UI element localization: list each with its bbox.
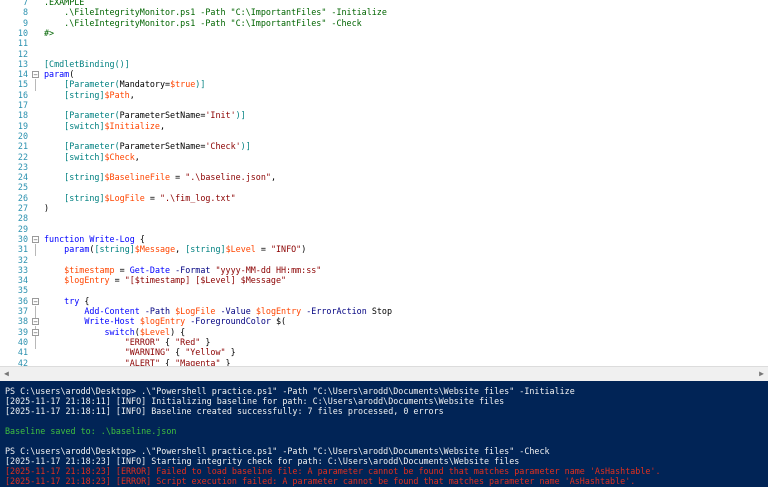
line-number: 11 bbox=[17, 38, 28, 49]
code-line[interactable]: param( bbox=[44, 69, 74, 79]
console-line: [2025-11-17 21:18:11] [INFO] Baseline cr… bbox=[5, 406, 444, 416]
line-number: 29 bbox=[17, 223, 28, 234]
line-number: 36 bbox=[17, 295, 28, 306]
code-line[interactable]: [CmdletBinding()] bbox=[44, 59, 130, 69]
fold-guide bbox=[35, 336, 36, 349]
code-line[interactable]: [Parameter(ParameterSetName='Check')] bbox=[44, 141, 251, 151]
console-line: [2025-11-17 21:18:23] [INFO] Starting in… bbox=[5, 456, 520, 466]
code-line[interactable]: [string]$Path, bbox=[44, 90, 135, 100]
console-line: PS C:\users\arodd\Desktop> .\"Powershell… bbox=[5, 386, 575, 396]
collapse-icon[interactable]: − bbox=[32, 235, 39, 243]
line-number: 26 bbox=[17, 192, 28, 203]
code-line[interactable]: "WARNING" { "Yellow" } bbox=[44, 347, 236, 357]
line-number: 28 bbox=[17, 213, 28, 224]
line-number: 40 bbox=[17, 336, 28, 347]
line-number: 13 bbox=[17, 58, 28, 69]
line-number: 32 bbox=[17, 254, 28, 265]
console-pane[interactable]: PS C:\users\arodd\Desktop> .\"Powershell… bbox=[0, 381, 768, 487]
line-number: 7 bbox=[22, 0, 28, 7]
line-number: 30 bbox=[17, 233, 28, 244]
line-number: 24 bbox=[17, 172, 28, 183]
code-line[interactable]: [string]$BaselineFile = ".\baseline.json… bbox=[44, 172, 276, 182]
line-number: 21 bbox=[17, 141, 28, 152]
horizontal-scrollbar[interactable]: ◀ ▶ bbox=[0, 366, 768, 382]
code-line[interactable]: Write-Host $logEntry -ForegroundColor $( bbox=[44, 316, 286, 326]
line-number: 38 bbox=[17, 316, 28, 327]
line-number: 25 bbox=[17, 182, 28, 193]
collapse-icon[interactable]: − bbox=[32, 297, 39, 305]
script-editor-pane[interactable]: 7 8 9 10 11 12 13 14 15 16 17 18 19 20 21 22 23 24 25 26 27 2… bbox=[0, 0, 768, 366]
code-line[interactable]: "ALERT" { "Magenta" } bbox=[44, 358, 231, 367]
line-number: 20 bbox=[17, 130, 28, 141]
code-line[interactable]: [switch]$Initialize, bbox=[44, 121, 165, 131]
code-line[interactable]: ) bbox=[44, 203, 49, 213]
console-line: [2025-11-17 21:18:23] [ERROR] Script exe… bbox=[5, 476, 636, 486]
fold-guide bbox=[35, 305, 36, 319]
line-number: 17 bbox=[17, 100, 28, 110]
line-number: 18 bbox=[17, 110, 28, 121]
code-line[interactable]: function Write-Log { bbox=[44, 234, 145, 244]
code-line[interactable]: [Parameter(ParameterSetName='Init')] bbox=[44, 110, 246, 120]
line-number: 19 bbox=[17, 120, 28, 131]
line-number: 41 bbox=[17, 347, 28, 358]
line-number: 27 bbox=[17, 203, 28, 213]
line-number: 35 bbox=[17, 285, 28, 296]
code-line[interactable]: #> bbox=[44, 28, 54, 38]
line-number: 34 bbox=[17, 275, 28, 286]
fold-guide bbox=[35, 79, 36, 92]
line-number: 14 bbox=[17, 69, 28, 80]
console-line: Baseline saved to: .\baseline.json bbox=[5, 426, 177, 436]
collapse-icon[interactable]: − bbox=[32, 318, 39, 326]
collapse-icon[interactable]: − bbox=[32, 71, 39, 79]
console-line: [2025-11-17 21:18:11] [INFO] Initializin… bbox=[5, 396, 505, 406]
chevron-right-icon[interactable]: ▶ bbox=[759, 369, 764, 378]
line-number: 39 bbox=[17, 326, 28, 337]
code-line[interactable]: switch($Level) { bbox=[44, 327, 186, 337]
code-line[interactable]: try { bbox=[44, 296, 89, 306]
collapse-icon[interactable]: − bbox=[32, 328, 39, 336]
line-number-gutter: 7 8 9 10 11 12 13 14 15 16 17 18 19 20 21 22 23 24 25 26 27 2… bbox=[0, 0, 30, 366]
code-line[interactable]: [Parameter(Mandatory=$true)] bbox=[44, 79, 205, 89]
code-line[interactable]: $logEntry = "[$timestamp] [$Level] $Mess… bbox=[44, 275, 286, 285]
line-number: 33 bbox=[17, 264, 28, 275]
line-number: 15 bbox=[17, 79, 28, 90]
line-number: 23 bbox=[17, 161, 28, 172]
line-number: 31 bbox=[17, 244, 28, 255]
line-number: 22 bbox=[17, 151, 28, 162]
code-line[interactable]: param([string]$Message, [string]$Level =… bbox=[44, 244, 306, 254]
line-number: 37 bbox=[17, 306, 28, 316]
chevron-left-icon[interactable]: ◀ bbox=[4, 369, 9, 378]
code-line[interactable]: $timestamp = Get-Date -Format "yyyy-MM-d… bbox=[44, 265, 321, 275]
line-number: 16 bbox=[17, 89, 28, 100]
code-line[interactable]: .\FileIntegrityMonitor.ps1 -Path "C:\Imp… bbox=[44, 18, 362, 28]
console-line: PS C:\users\arodd\Desktop> .\"Powershell… bbox=[5, 446, 550, 456]
code-line[interactable]: .\FileIntegrityMonitor.ps1 -Path "C:\Imp… bbox=[44, 7, 387, 17]
line-number: 10 bbox=[17, 27, 28, 38]
fold-guide bbox=[35, 243, 36, 257]
line-number: 42 bbox=[17, 357, 28, 367]
line-number: 8 bbox=[22, 7, 28, 18]
code-line[interactable]: Add-Content -Path $LogFile -Value $logEn… bbox=[44, 306, 392, 316]
code-line[interactable]: .EXAMPLE bbox=[44, 0, 84, 7]
code-line[interactable]: [switch]$Check, bbox=[44, 152, 140, 162]
console-line: [2025-11-17 21:18:23] [ERROR] Failed to … bbox=[5, 466, 661, 476]
code-line[interactable]: "ERROR" { "Red" } bbox=[44, 337, 211, 347]
code-line[interactable]: [string]$LogFile = ".\fim_log.txt" bbox=[44, 193, 235, 203]
line-number: 12 bbox=[17, 48, 28, 59]
line-number: 9 bbox=[22, 17, 28, 28]
